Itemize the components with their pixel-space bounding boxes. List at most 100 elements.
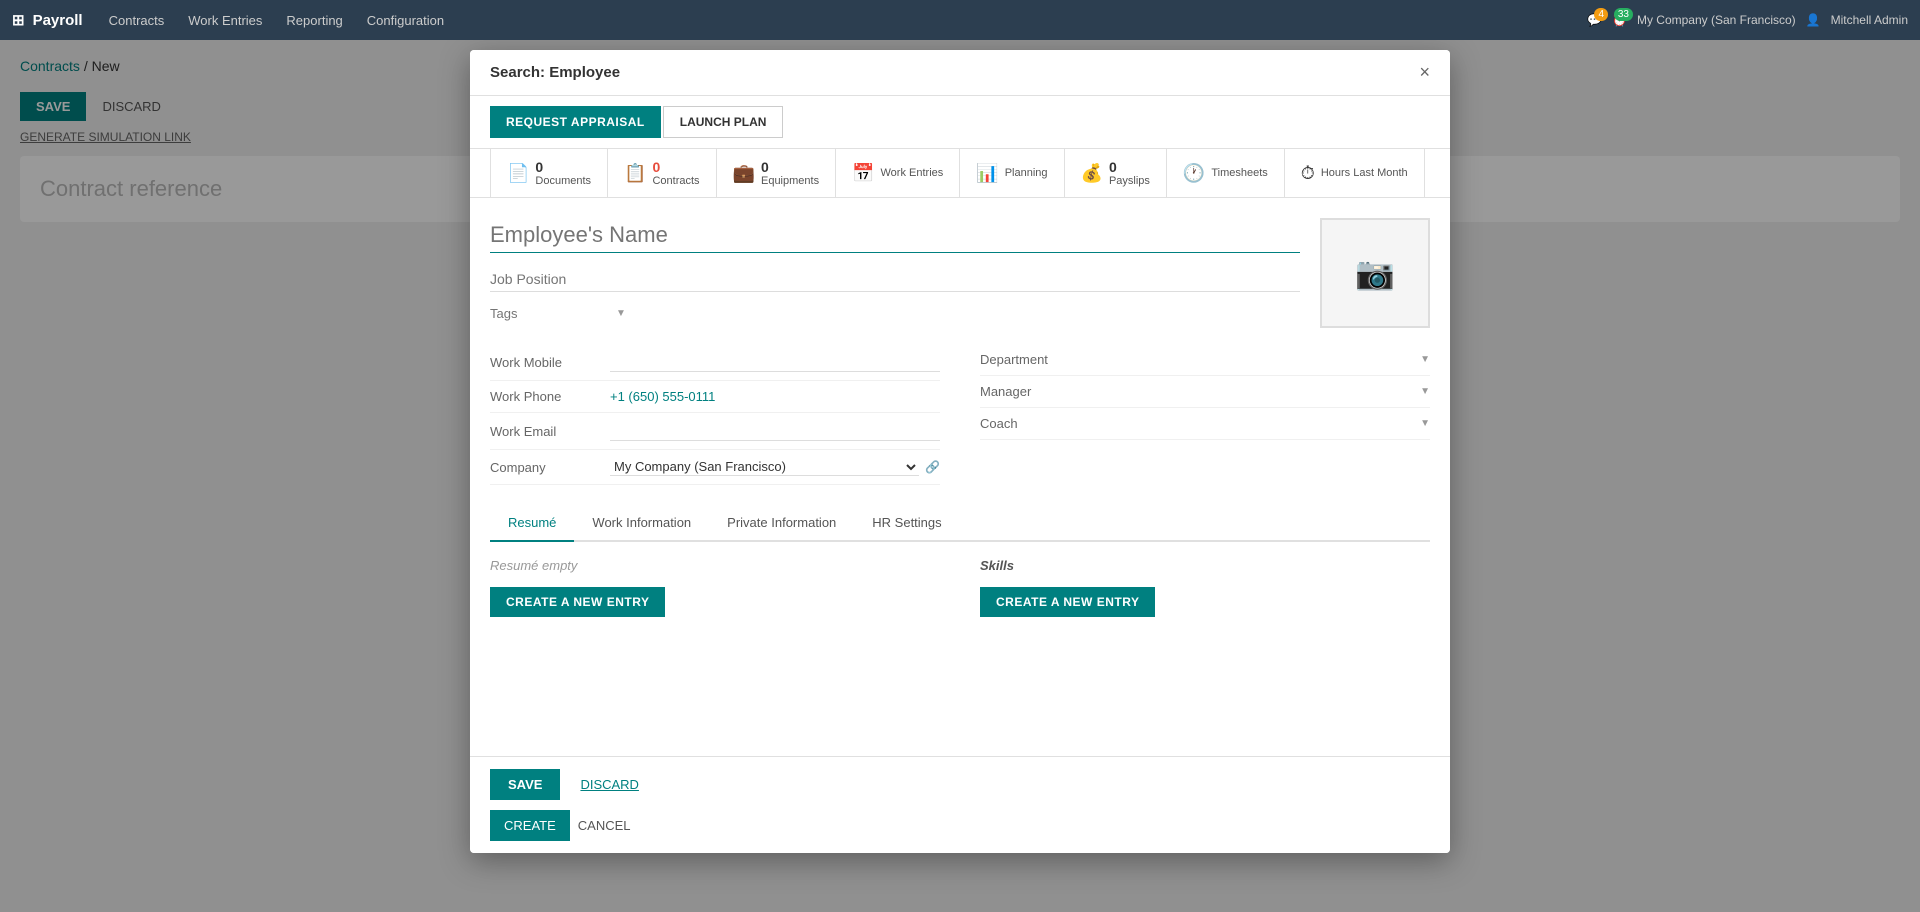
grid-icon[interactable]: ⊞	[12, 11, 25, 29]
tab-work-information[interactable]: Work Information	[574, 505, 709, 542]
resume-empty-text: Resumé empty	[490, 558, 940, 573]
employee-form: ▼ 📷 Work Mobile	[470, 198, 1450, 678]
modal-create-button[interactable]: CREATE	[490, 810, 570, 841]
hours-icon: ⏱	[1301, 163, 1315, 184]
manager-field: Manager ▼	[980, 376, 1430, 408]
company-name: My Company (San Francisco)	[1637, 13, 1796, 27]
tags-dropdown-icon[interactable]: ▼	[616, 308, 626, 319]
department-arrow-icon: ▼	[1420, 354, 1430, 365]
tab-hr-settings[interactable]: HR Settings	[854, 505, 959, 542]
resume-left: Resumé empty CREATE A NEW ENTRY	[490, 558, 980, 658]
work-phone-field: Work Phone +1 (650) 555-0111	[490, 381, 940, 413]
documents-icon: 📄	[507, 163, 529, 184]
work-phone-value: +1 (650) 555-0111	[610, 389, 940, 404]
contracts-count: 0	[652, 159, 699, 175]
employee-search-modal: Search: Employee × REQUEST APPRAISAL LAU…	[470, 50, 1450, 853]
employee-name-input[interactable]	[490, 218, 1300, 253]
nav-configuration[interactable]: Configuration	[357, 7, 454, 34]
smart-btn-equipments[interactable]: 💼 0 Equipments	[717, 149, 837, 197]
smart-btn-planning[interactable]: 📊 Planning	[960, 149, 1064, 197]
work-mobile-field: Work Mobile	[490, 344, 940, 381]
camera-icon: 📷	[1355, 254, 1395, 292]
payslips-label: Payslips	[1109, 175, 1150, 187]
request-appraisal-button[interactable]: REQUEST APPRAISAL	[490, 106, 661, 138]
avatar[interactable]: 📷	[1320, 218, 1430, 328]
contracts-icon: 📋	[624, 163, 646, 184]
department-field: Department ▼	[980, 344, 1430, 376]
smart-btn-work-entries[interactable]: 📅 Work Entries	[836, 149, 960, 197]
equipments-count: 0	[761, 159, 819, 175]
work-email-input[interactable]	[610, 421, 940, 441]
modal-header: Search: Employee ×	[470, 50, 1450, 96]
skills-section: Skills CREATE A NEW ENTRY	[980, 558, 1430, 658]
timesheets-label: Timesheets	[1211, 167, 1267, 179]
tags-input[interactable]	[490, 306, 610, 321]
documents-label: Documents	[535, 175, 591, 187]
top-nav: Contracts Work Entries Reporting Configu…	[99, 7, 455, 34]
department-select[interactable]: ▼	[1100, 354, 1430, 365]
work-email-field: Work Email	[490, 413, 940, 450]
tab-resume[interactable]: Resumé	[490, 505, 574, 542]
payslips-count: 0	[1109, 159, 1150, 175]
resume-section: Resumé empty CREATE A NEW ENTRY Skills C…	[490, 558, 1430, 658]
footer-row1: SAVE DISCARD	[490, 769, 1430, 800]
company-select[interactable]: My Company (San Francisco)	[610, 458, 919, 476]
modal-title: Search: Employee	[490, 64, 620, 81]
tabs-row: Resumé Work Information Private Informat…	[490, 505, 1430, 542]
smart-btn-payslips[interactable]: 💰 0 Payslips	[1065, 149, 1167, 197]
smart-btn-timesheets[interactable]: 🕐 Timesheets	[1167, 149, 1285, 197]
nav-work-entries[interactable]: Work Entries	[178, 7, 272, 34]
create-entry-button[interactable]: CREATE A NEW ENTRY	[490, 587, 665, 617]
work-entries-label: Work Entries	[881, 167, 944, 179]
create-skills-button[interactable]: CREATE A NEW ENTRY	[980, 587, 1155, 617]
topbar: ⊞ Payroll Contracts Work Entries Reporti…	[0, 0, 1920, 40]
modal-cancel-button[interactable]: CANCEL	[578, 810, 631, 841]
payslips-icon: 💰	[1081, 163, 1103, 184]
smart-btn-hours[interactable]: ⏱ Hours Last Month	[1285, 149, 1425, 197]
equipments-icon: 💼	[733, 163, 755, 184]
action-row: REQUEST APPRAISAL LAUNCH PLAN	[470, 96, 1450, 149]
modal-body: REQUEST APPRAISAL LAUNCH PLAN 📄 0 Docume…	[470, 96, 1450, 756]
work-mobile-input[interactable]	[610, 352, 940, 372]
manager-arrow-icon: ▼	[1420, 386, 1430, 397]
coach-arrow-icon: ▼	[1420, 418, 1430, 429]
smart-btn-documents[interactable]: 📄 0 Documents	[490, 149, 608, 197]
fields-grid: Work Mobile Work Phone +1 (650) 555-0111…	[490, 344, 1430, 485]
company-field: Company My Company (San Francisco) 🔗	[490, 450, 940, 485]
work-entries-icon: 📅	[852, 163, 874, 184]
tab-private-information[interactable]: Private Information	[709, 505, 854, 542]
tags-row: ▼	[490, 306, 1300, 321]
hours-label: Hours Last Month	[1321, 167, 1408, 179]
activity-icon[interactable]: ⏰ 33	[1612, 13, 1627, 27]
topbar-right: 💬 4 ⏰ 33 My Company (San Francisco) 👤 Mi…	[1587, 13, 1908, 27]
smart-btn-contracts[interactable]: 📋 0 Contracts	[608, 149, 717, 197]
coach-field: Coach ▼	[980, 408, 1430, 440]
timesheets-icon: 🕐	[1183, 163, 1205, 184]
modal-footer: SAVE DISCARD CREATE CANCEL	[470, 756, 1450, 853]
form-top-left: ▼	[490, 218, 1300, 328]
form-top-row: ▼ 📷	[490, 218, 1430, 328]
documents-count: 0	[535, 159, 591, 175]
planning-label: Planning	[1005, 167, 1048, 179]
message-icon[interactable]: 💬 4	[1587, 13, 1602, 27]
job-position-input[interactable]	[490, 267, 1300, 292]
user-avatar: 👤	[1806, 13, 1821, 27]
modal-save-button[interactable]: SAVE	[490, 769, 560, 800]
coach-select[interactable]: ▼	[1100, 418, 1430, 429]
smart-buttons-row: 📄 0 Documents 📋 0 Contracts 💼	[470, 149, 1450, 198]
skills-label: Skills	[980, 558, 1430, 573]
manager-select[interactable]: ▼	[1100, 386, 1430, 397]
company-external-link[interactable]: 🔗	[925, 460, 940, 474]
footer-row2: CREATE CANCEL	[490, 810, 1430, 841]
equipments-label: Equipments	[761, 175, 819, 187]
brand: ⊞ Payroll	[12, 11, 83, 29]
user-name: Mitchell Admin	[1831, 13, 1908, 27]
app-name: Payroll	[33, 12, 83, 29]
modal-close-button[interactable]: ×	[1419, 62, 1430, 83]
nav-reporting[interactable]: Reporting	[276, 7, 352, 34]
launch-plan-button[interactable]: LAUNCH PLAN	[663, 106, 784, 138]
contracts-label: Contracts	[652, 175, 699, 187]
modal-discard-button[interactable]: DISCARD	[572, 769, 647, 800]
nav-contracts[interactable]: Contracts	[99, 7, 175, 34]
modal-overlay: Search: Employee × REQUEST APPRAISAL LAU…	[0, 40, 1920, 912]
